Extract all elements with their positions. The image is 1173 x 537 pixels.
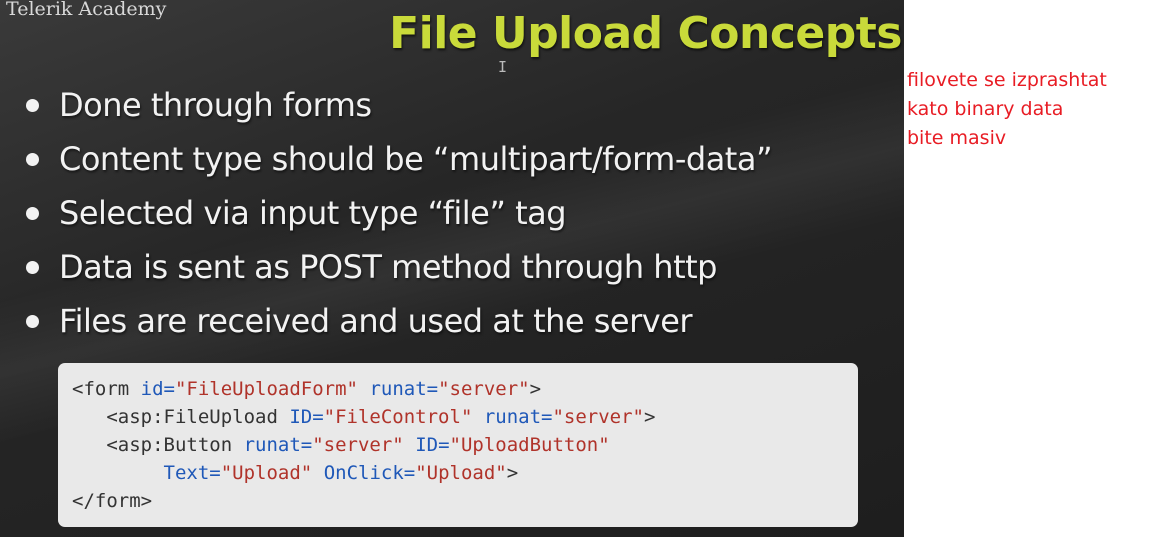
code-line: <form id="FileUploadForm" runat="server"… <box>72 375 844 403</box>
brand-logo-text: Telerik Academy <box>6 0 167 20</box>
code-attribute: runat= <box>243 434 313 456</box>
text-cursor-icon: I <box>498 58 508 76</box>
code-attribute: ID= <box>415 434 450 456</box>
code-attribute: ID= <box>289 406 324 428</box>
slide-title: File Upload Concepts <box>389 8 902 59</box>
code-tag: <form <box>72 378 141 400</box>
bullet-dot-icon <box>26 206 39 220</box>
bullet-dot-icon <box>26 152 39 166</box>
code-line: <asp:FileUpload ID="FileControl" runat="… <box>72 403 844 431</box>
code-value: "FileUploadForm" <box>174 378 358 400</box>
bullet-text: Files are received and used at the serve… <box>59 302 693 340</box>
code-line: <asp:Button runat="server" ID="UploadBut… <box>72 431 844 459</box>
code-attribute: OnClick= <box>323 462 416 484</box>
bullet-list: Done through forms Content type should b… <box>22 78 773 348</box>
code-line: </form> <box>72 487 844 515</box>
presentation-slide: Telerik Academy File Upload Concepts I D… <box>0 0 904 537</box>
code-tag: </form> <box>72 490 153 512</box>
code-value: "server" <box>438 378 530 400</box>
bullet-item: Data is sent as POST method through http <box>22 240 772 294</box>
code-tag: <asp:FileUpload <box>72 406 290 428</box>
bullet-dot-icon <box>26 260 39 274</box>
bullet-text: Done through forms <box>59 86 372 124</box>
bullet-text: Content type should be “multipart/form-d… <box>59 140 773 178</box>
bullet-item: Done through forms <box>22 78 772 132</box>
code-value: "FileControl" <box>323 406 473 428</box>
code-attribute: id= <box>140 378 175 400</box>
bullet-dot-icon <box>26 98 39 112</box>
bullet-item: Content type should be “multipart/form-d… <box>22 132 773 186</box>
code-attribute: runat= <box>483 406 553 428</box>
code-line: Text="Upload" OnClick="Upload"> <box>72 459 844 487</box>
code-tag-close: > <box>644 406 656 428</box>
bullet-text: Selected via input type “file” tag <box>59 194 567 232</box>
handwritten-notes: filovete se izprashtat kato binary data … <box>907 66 1107 153</box>
bullet-item: Files are received and used at the serve… <box>22 294 772 348</box>
code-value: "Upload" <box>220 462 313 484</box>
code-attribute: runat= <box>369 378 439 400</box>
code-tag-close: > <box>529 378 542 400</box>
note-line: filovete se izprashtat <box>907 69 1107 91</box>
code-value: "server" <box>312 434 404 456</box>
code-value: "server" <box>552 406 644 428</box>
bullet-text: Data is sent as POST method through http <box>59 248 717 286</box>
code-tag: <asp:Button <box>72 434 244 456</box>
note-line: bite masiv <box>907 127 1007 149</box>
note-line: kato binary data <box>907 98 1064 120</box>
code-attribute: Text= <box>163 462 221 484</box>
code-value: "Upload" <box>415 462 507 484</box>
code-example-box: <form id="FileUploadForm" runat="server"… <box>58 363 858 527</box>
code-value: "UploadButton" <box>449 434 610 456</box>
bullet-item: Selected via input type “file” tag <box>22 186 772 240</box>
bullet-dot-icon <box>26 314 39 328</box>
code-tag-close: > <box>506 462 519 484</box>
